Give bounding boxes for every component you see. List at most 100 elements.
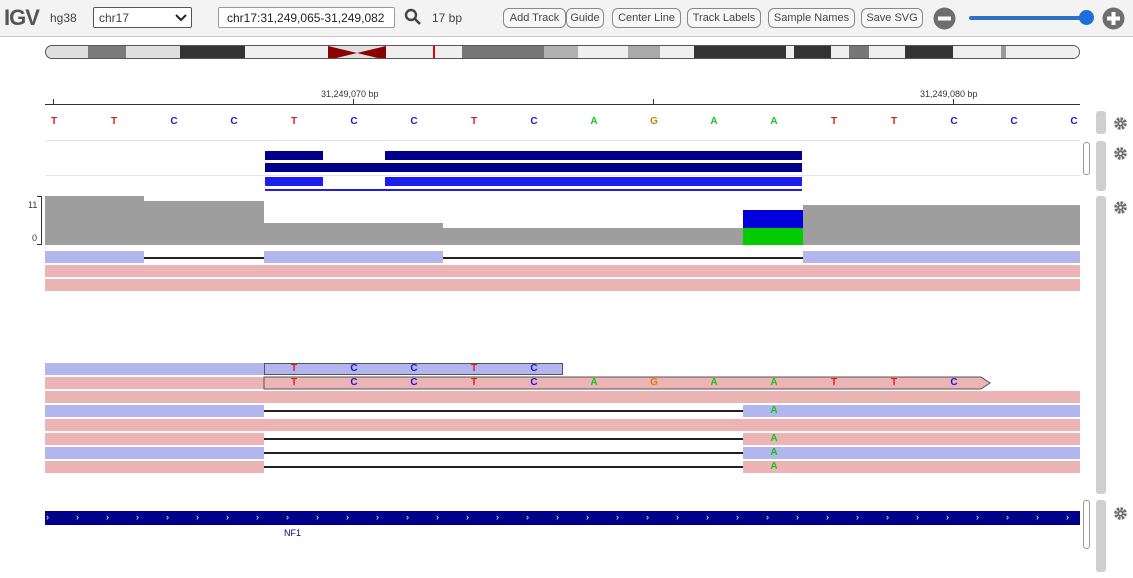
track-scrollbar[interactable] [1083, 500, 1090, 549]
search-icon[interactable] [404, 8, 422, 26]
center-line-button[interactable]: Center Line [612, 8, 681, 28]
feature-exon[interactable] [265, 177, 323, 186]
read-block[interactable] [743, 405, 1080, 417]
coverage-scale-max: 11 [28, 200, 38, 210]
coverage-bar[interactable] [264, 223, 443, 245]
read-mismatch-base: T [890, 377, 898, 388]
coverage-mismatch-c[interactable] [743, 210, 803, 228]
read-block[interactable] [45, 447, 264, 459]
strand-arrow-icon: › [766, 512, 769, 522]
igv-navbar: IGV hg38 chr17 chr17:31,249,065-31,249,0… [0, 0, 1133, 37]
read-block[interactable] [45, 279, 1080, 291]
sequence-base: T [50, 116, 58, 127]
gear-icon[interactable] [1113, 200, 1128, 215]
read-mismatch-base: A [590, 377, 598, 388]
strand-arrow-icon: › [616, 512, 619, 522]
chromosome-ideogram[interactable] [45, 45, 1080, 59]
feature-exon[interactable] [385, 177, 802, 186]
read-splice-line [443, 257, 803, 259]
read-block[interactable] [45, 461, 264, 473]
read-block[interactable] [743, 461, 1080, 473]
gear-icon[interactable] [1113, 506, 1128, 521]
sequence-base: C [410, 116, 418, 127]
strand-arrow-icon: › [646, 512, 649, 522]
guide-button[interactable]: Guide [566, 8, 604, 28]
ruler-tick [953, 99, 954, 105]
sample-names-button[interactable]: Sample Names [768, 8, 855, 28]
add-track-button[interactable]: Add Track [503, 8, 566, 28]
feature-exon[interactable] [265, 163, 802, 172]
sequence-base: T [110, 116, 118, 127]
centromere-icon [328, 46, 386, 58]
strand-arrow-icon: › [136, 512, 139, 522]
strand-arrow-icon: › [286, 512, 289, 522]
sequence-base: T [830, 116, 838, 127]
window-size-label: 17 bp [432, 11, 463, 25]
read-block[interactable] [45, 433, 264, 445]
read-mismatch-base: A [770, 405, 778, 416]
strand-arrow-icon: › [346, 512, 349, 522]
read-mismatch-base: T [290, 363, 298, 374]
sequence-base: T [290, 116, 298, 127]
strand-arrow-icon: › [556, 512, 559, 522]
track-resize-bar[interactable] [1096, 141, 1106, 191]
coverage-bar[interactable] [803, 205, 1080, 245]
strand-arrow-icon: › [1066, 512, 1069, 522]
read-block[interactable] [45, 363, 264, 375]
gear-icon[interactable] [1113, 116, 1128, 131]
coverage-axis [41, 196, 42, 245]
read-block[interactable] [803, 251, 1080, 263]
strand-arrow-icon: › [496, 512, 499, 522]
save-svg-button[interactable]: Save SVG [861, 8, 923, 28]
sequence-base: G [650, 116, 658, 127]
read-block[interactable] [45, 419, 1080, 431]
sequence-base: C [230, 116, 238, 127]
read-block[interactable] [743, 447, 1080, 459]
zoom-in-icon[interactable] [1102, 7, 1125, 30]
read-block[interactable] [45, 377, 264, 389]
read-mismatch-base: C [530, 363, 538, 374]
coverage-bar[interactable] [144, 201, 264, 245]
zoom-out-icon[interactable] [933, 7, 956, 30]
track-resize-bar[interactable] [1096, 500, 1106, 572]
strand-arrow-icon: › [886, 512, 889, 522]
read-block[interactable] [45, 265, 1080, 277]
zoom-slider-handle[interactable] [1079, 10, 1094, 25]
coverage-bar[interactable] [45, 196, 144, 245]
read-mismatch-base: T [830, 377, 838, 388]
track-resize-bar[interactable] [1096, 111, 1106, 134]
read-mismatch-base: T [470, 377, 478, 388]
read-block[interactable] [45, 251, 144, 263]
coverage-scale-min: 0 [32, 233, 38, 243]
gene-name-label: NF1 [284, 528, 302, 538]
read-mismatch-base: G [650, 377, 658, 388]
track-labels-button[interactable]: Track Labels [687, 8, 761, 28]
ruler-tick [653, 99, 654, 105]
gene-feature-nf1[interactable] [45, 511, 1080, 525]
read-block[interactable] [45, 391, 1080, 403]
read-mismatch-base: C [350, 363, 358, 374]
read-mismatch-base: A [770, 461, 778, 472]
zoom-slider-track[interactable] [969, 16, 1090, 20]
track-scrollbar[interactable] [1083, 142, 1090, 175]
read-mismatch-base: T [290, 377, 298, 388]
read-block[interactable] [45, 405, 264, 417]
read-block[interactable] [743, 433, 1080, 445]
sequence-base: C [1010, 116, 1018, 127]
coverage-bar[interactable] [443, 228, 743, 245]
read-mismatch-base: A [770, 377, 778, 388]
genome-label[interactable]: hg38 [50, 11, 77, 25]
locus-search-input[interactable]: chr17:31,249,065-31,249,082 [218, 7, 395, 28]
chevron-down-icon [175, 14, 187, 22]
feature-exon[interactable] [385, 151, 802, 160]
selected-read-arrow[interactable] [263, 376, 992, 390]
chromosome-select[interactable]: chr17 [93, 7, 192, 28]
read-splice-line [264, 410, 743, 412]
read-block[interactable] [264, 251, 443, 263]
gear-icon[interactable] [1113, 146, 1128, 161]
track-resize-bar[interactable] [1096, 196, 1106, 494]
coverage-mismatch-a[interactable] [743, 228, 803, 245]
read-mismatch-base: C [410, 363, 418, 374]
feature-exon[interactable] [265, 151, 323, 160]
strand-arrow-icon: › [466, 512, 469, 522]
